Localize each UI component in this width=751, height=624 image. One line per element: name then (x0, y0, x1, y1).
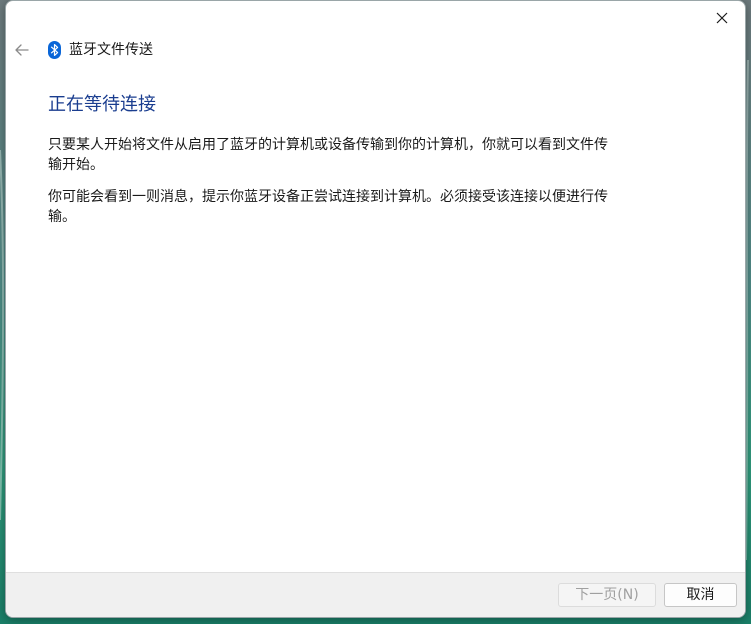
close-icon (716, 12, 728, 24)
close-button[interactable] (705, 5, 739, 31)
bluetooth-icon (48, 41, 61, 59)
page-heading: 正在等待连接 (48, 94, 156, 115)
dialog-footer: 下一页(N) 取消 (6, 572, 745, 617)
cancel-button[interactable]: 取消 (664, 583, 737, 607)
dialog-title: 蓝牙文件传送 (69, 42, 153, 58)
instruction-paragraph-1: 只要某人开始将文件从启用了蓝牙的计算机或设备传输到你的计算机，你就可以看到文件传… (48, 137, 608, 173)
back-arrow-icon (15, 44, 29, 56)
next-button[interactable]: 下一页(N) (558, 583, 656, 607)
dialog-header: 蓝牙文件传送 (6, 37, 745, 63)
back-button[interactable] (12, 40, 32, 60)
instruction-paragraph-2: 你可能会看到一则消息，提示你蓝牙设备正尝试连接到计算机。必须接受该连接以便进行传… (48, 189, 608, 225)
bluetooth-transfer-dialog: 蓝牙文件传送 正在等待连接 只要某人开始将文件从启用了蓝牙的计算机或设备传输到你… (5, 0, 746, 618)
